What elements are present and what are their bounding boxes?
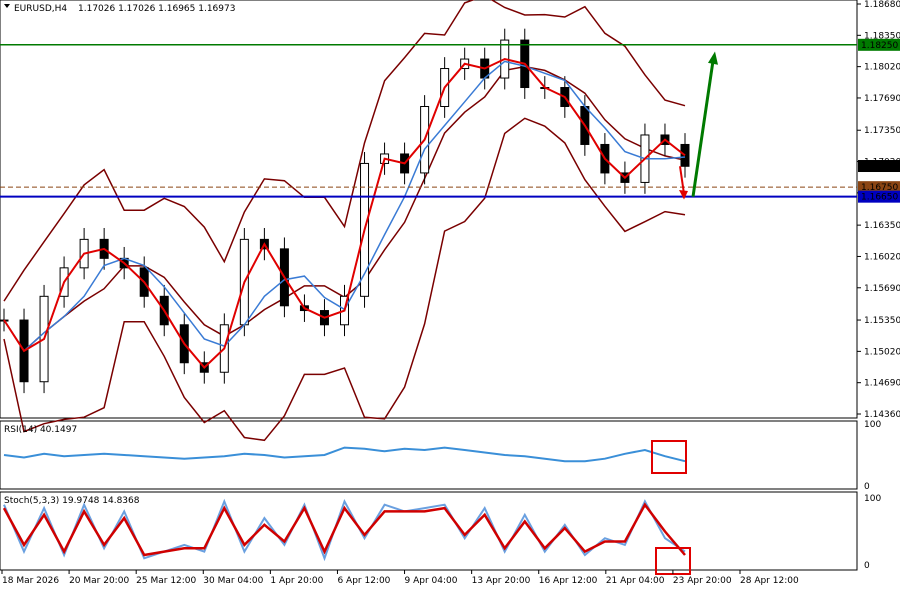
price-tick-label: 1.15690 [864,284,900,294]
price-label-text: 1.16650 [861,193,898,203]
time-tick-label: 28 Apr 12:00 [740,576,799,586]
price-tick-label: 1.18680 [864,0,900,10]
price-tick-label: 1.18020 [864,63,900,73]
price-tick-label: 1.15020 [864,347,900,357]
time-tick-label: 23 Apr 20:00 [673,576,732,586]
price-panel-frame [0,0,858,419]
price-tick-label: 1.17350 [864,126,900,136]
chart-svg: 1.186801.183501.180201.176901.173501.170… [0,0,900,586]
time-axis: 18 Mar 2026 20 Mar 20:00 25 Mar 12:00 30 Ma… [1,570,799,586]
rsi-tick-label: 0 [864,482,870,492]
time-tick-label: 13 Apr 20:00 [472,576,531,586]
time-tick-label: 1 Apr 20:00 [270,576,323,586]
symbol-label: EURUSD,H4 [14,4,67,14]
price-label-text: 1.16973 [861,162,898,172]
time-tick-label: 6 Apr 12:00 [337,576,390,586]
price-tick-label: 1.14360 [864,410,900,420]
time-tick-label: 25 Mar 12:00 [136,576,196,586]
price-tick-label: 1.17690 [864,94,900,104]
price-tick-label: 1.15350 [864,316,900,326]
time-tick-label: 9 Apr 04:00 [405,576,458,586]
ohlc-label: 1.17026 1.17026 1.16965 1.16973 [78,4,235,14]
time-tick-label: 20 Mar 20:00 [69,576,129,586]
price-axis: 1.186801.183501.180201.176901.173501.170… [857,0,900,420]
time-tick-label: 21 Apr 04:00 [606,576,665,586]
chart-root: 1.186801.183501.180201.176901.173501.170… [0,0,900,589]
rsi-tick-label: 100 [864,420,881,430]
price-label-text: 1.18250 [861,41,898,51]
price-tick-label: 1.14690 [864,379,900,389]
stoch-title: Stoch(5,3,3) 19.9748 14.8368 [4,496,140,506]
rsi-title: RSI(14) 40.1497 [4,425,77,435]
stoch-tick-label: 0 [864,561,870,571]
price-tick-label: 1.16350 [864,221,900,231]
time-tick-label: 16 Apr 12:00 [539,576,598,586]
time-tick-label: 30 Mar 04:00 [203,576,263,586]
price-tick-label: 1.16020 [864,252,900,262]
time-tick-label: 18 Mar 2026 [2,576,59,586]
stoch-tick-label: 100 [864,494,881,504]
